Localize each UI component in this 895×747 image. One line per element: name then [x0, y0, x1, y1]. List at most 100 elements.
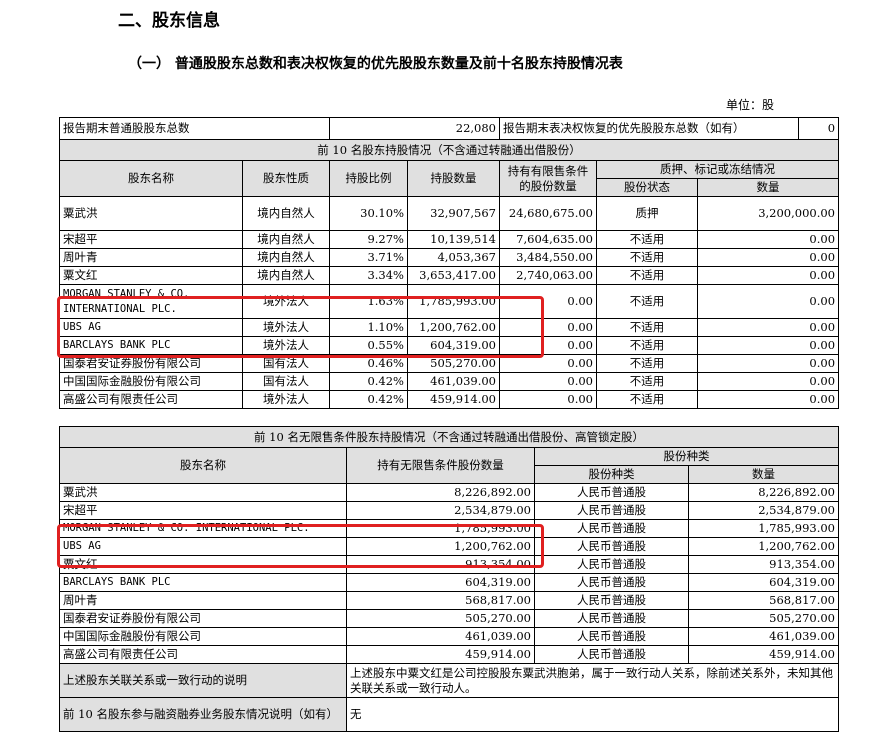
u-header-qty: 持有无限售条件股份数量 [346, 447, 535, 484]
table-row: UBS AG 1,200,762.00 人民币普通股 1,200,762.00 [59, 537, 840, 556]
margin-note-row: 前 10 名股东参与融资融券业务股东情况说明（如有） 无 [59, 697, 840, 732]
shareholder-name: 粟武洪 [59, 483, 347, 502]
shareholder-name: 粟文红 [59, 555, 347, 574]
top10-title: 前 10 名股东持股情况（不含通过转融通出借股份） [58, 139, 840, 161]
holding-qty: 4,053,367 [407, 248, 500, 267]
pledge-status: 不适用 [596, 354, 698, 373]
holding-qty: 461,039.00 [407, 372, 500, 391]
holding-qty: 459,914.00 [407, 390, 500, 409]
u-header-type-group: 股份种类 [533, 447, 840, 466]
holding-ratio: 1.10% [329, 318, 408, 337]
holding-ratio: 9.27% [329, 230, 408, 249]
header-pledge-group: 质押、标记或冻结情况 [595, 160, 840, 179]
share-type: 人民币普通股 [534, 573, 689, 592]
header-pledge-status: 股份状态 [596, 178, 698, 197]
unrestricted-qty: 8,226,892.00 [346, 483, 535, 502]
unrestricted-qty: 459,914.00 [346, 645, 535, 664]
unrestricted-qty: 1,200,762.00 [346, 537, 535, 556]
shareholder-name: MORGAN STANLEY & CO. INTERNATIONAL PLC. [59, 519, 347, 538]
restricted-qty: 3,484,550.00 [499, 248, 597, 267]
shareholder-nature: 国有法人 [242, 372, 330, 391]
share-type-qty: 1,785,993.00 [687, 519, 840, 538]
table-row: 宋超平 境内自然人 9.27% 10,139,514 7,604,635.00 不适用 0.… [59, 230, 840, 249]
share-type: 人民币普通股 [534, 627, 689, 646]
table-row: 高盛公司有限责任公司 境外法人 0.42% 459,914.00 0.00 不适用 0.00 [59, 390, 840, 409]
unrestricted-title-row: 前 10 名无限售条件股东持股情况（不含通过转融通出借股份、高管锁定股） [58, 426, 840, 448]
shareholder-name: BARCLAYS BANK PLC [59, 573, 347, 592]
summary-common-value: 22,080 [329, 117, 500, 140]
table-row: 周叶青 568,817.00 人民币普通股 568,817.00 [59, 591, 840, 610]
header-name: 股东名称 [59, 160, 243, 197]
share-type-qty: 604,319.00 [687, 573, 840, 592]
unrestricted-qty: 2,534,879.00 [346, 501, 535, 520]
shareholder-name: 周叶青 [59, 248, 243, 267]
holding-qty: 1,200,762.00 [407, 318, 500, 337]
unrestricted-qty: 604,319.00 [346, 573, 535, 592]
holding-ratio: 0.42% [329, 390, 408, 409]
holding-qty: 32,907,567 [407, 196, 500, 231]
shareholder-name: 高盛公司有限责任公司 [59, 645, 347, 664]
restricted-qty: 0.00 [499, 336, 597, 355]
restricted-qty: 7,604,635.00 [499, 230, 597, 249]
share-type-qty: 568,817.00 [687, 591, 840, 610]
top10-table: 报告期末普通股股东总数 22,080 报告期末表决权恢复的优先股股东总数（如有）… [58, 117, 840, 409]
table-row: 粟文红 913,354.00 人民币普通股 913,354.00 [59, 555, 840, 574]
unrestricted-table: 前 10 名无限售条件股东持股情况（不含通过转融通出借股份、高管锁定股） 股东名… [58, 426, 840, 732]
share-type: 人民币普通股 [534, 609, 689, 628]
holding-ratio: 0.46% [329, 354, 408, 373]
share-type: 人民币普通股 [534, 519, 689, 538]
shareholder-nature: 境内自然人 [242, 196, 330, 231]
shareholder-nature: 境外法人 [242, 318, 330, 337]
summary-common-label: 报告期末普通股股东总数 [59, 117, 330, 140]
shareholder-name: 中国国际金融股份有限公司 [59, 372, 243, 391]
table-row: MORGAN STANLEY & CO. INTERNATIONAL PLC. 1… [59, 519, 840, 538]
unrestricted-qty: 568,817.00 [346, 591, 535, 610]
shareholder-name: 粟武洪 [59, 196, 243, 231]
shareholder-nature: 境外法人 [242, 284, 330, 319]
shareholder-nature: 境内自然人 [242, 248, 330, 267]
shareholder-name: 宋超平 [59, 230, 243, 249]
shareholder-nature: 境内自然人 [242, 266, 330, 285]
pledge-status: 不适用 [596, 284, 698, 319]
pledged-qty: 0.00 [696, 318, 840, 337]
share-type: 人民币普通股 [534, 555, 689, 574]
share-type: 人民币普通股 [534, 537, 689, 556]
shareholder-name: UBS AG [59, 318, 243, 337]
holding-ratio: 3.71% [329, 248, 408, 267]
pledge-status: 质押 [596, 196, 698, 231]
unrestricted-qty: 461,039.00 [346, 627, 535, 646]
summary-pref-value: 0 [798, 117, 840, 140]
holding-qty: 3,653,417.00 [407, 266, 500, 285]
pledged-qty: 0.00 [696, 372, 840, 391]
holding-qty: 10,139,514 [407, 230, 500, 249]
shareholder-name: 国泰君安证券股份有限公司 [59, 354, 243, 373]
holding-ratio: 0.55% [329, 336, 408, 355]
share-type-qty: 459,914.00 [687, 645, 840, 664]
pledge-status: 不适用 [596, 230, 698, 249]
related-note-row: 上述股东关联关系或一致行动的说明 上述股东中粟文红是公司控股股东粟武洪胞弟，属于… [59, 663, 840, 698]
shareholder-name: UBS AG [59, 537, 347, 556]
top10-header-row1: 股东名称 股东性质 持股比例 持股数量 持有有限售条件的股份数量 质押、标记或冻… [59, 160, 840, 197]
restricted-qty: 0.00 [499, 354, 597, 373]
table-row: 粟武洪 8,226,892.00 人民币普通股 8,226,892.00 [59, 483, 840, 502]
table-row: BARCLAYS BANK PLC 604,319.00 人民币普通股 604,319… [59, 573, 840, 592]
holding-qty: 1,785,993.00 [407, 284, 500, 319]
pledged-qty: 0.00 [696, 284, 840, 319]
table-row: 国泰君安证券股份有限公司 国有法人 0.46% 505,270.00 0.00 不适用 0.… [59, 354, 840, 373]
unit-label: 单位：股 [726, 98, 775, 112]
header-ratio: 持股比例 [329, 160, 408, 197]
pledged-qty: 0.00 [696, 266, 840, 285]
share-type-qty: 505,270.00 [687, 609, 840, 628]
header-nature: 股东性质 [242, 160, 330, 197]
header-restricted: 持有有限售条件的股份数量 [499, 160, 597, 197]
shareholder-name: 宋超平 [59, 501, 347, 520]
table-row: UBS AG 境外法人 1.10% 1,200,762.00 0.00 不适用 0.00 [59, 318, 840, 337]
share-type: 人民币普通股 [534, 591, 689, 610]
holding-ratio: 30.10% [329, 196, 408, 231]
shareholder-nature: 境外法人 [242, 336, 330, 355]
shareholder-name: 周叶青 [59, 591, 347, 610]
u-header-name: 股东名称 [59, 447, 347, 484]
pledged-qty: 0.00 [696, 248, 840, 267]
related-note-text: 上述股东中粟文红是公司控股股东粟武洪胞弟，属于一致行动人关系，除前述关系外，未知… [345, 663, 840, 698]
shareholder-nature: 境外法人 [242, 390, 330, 409]
